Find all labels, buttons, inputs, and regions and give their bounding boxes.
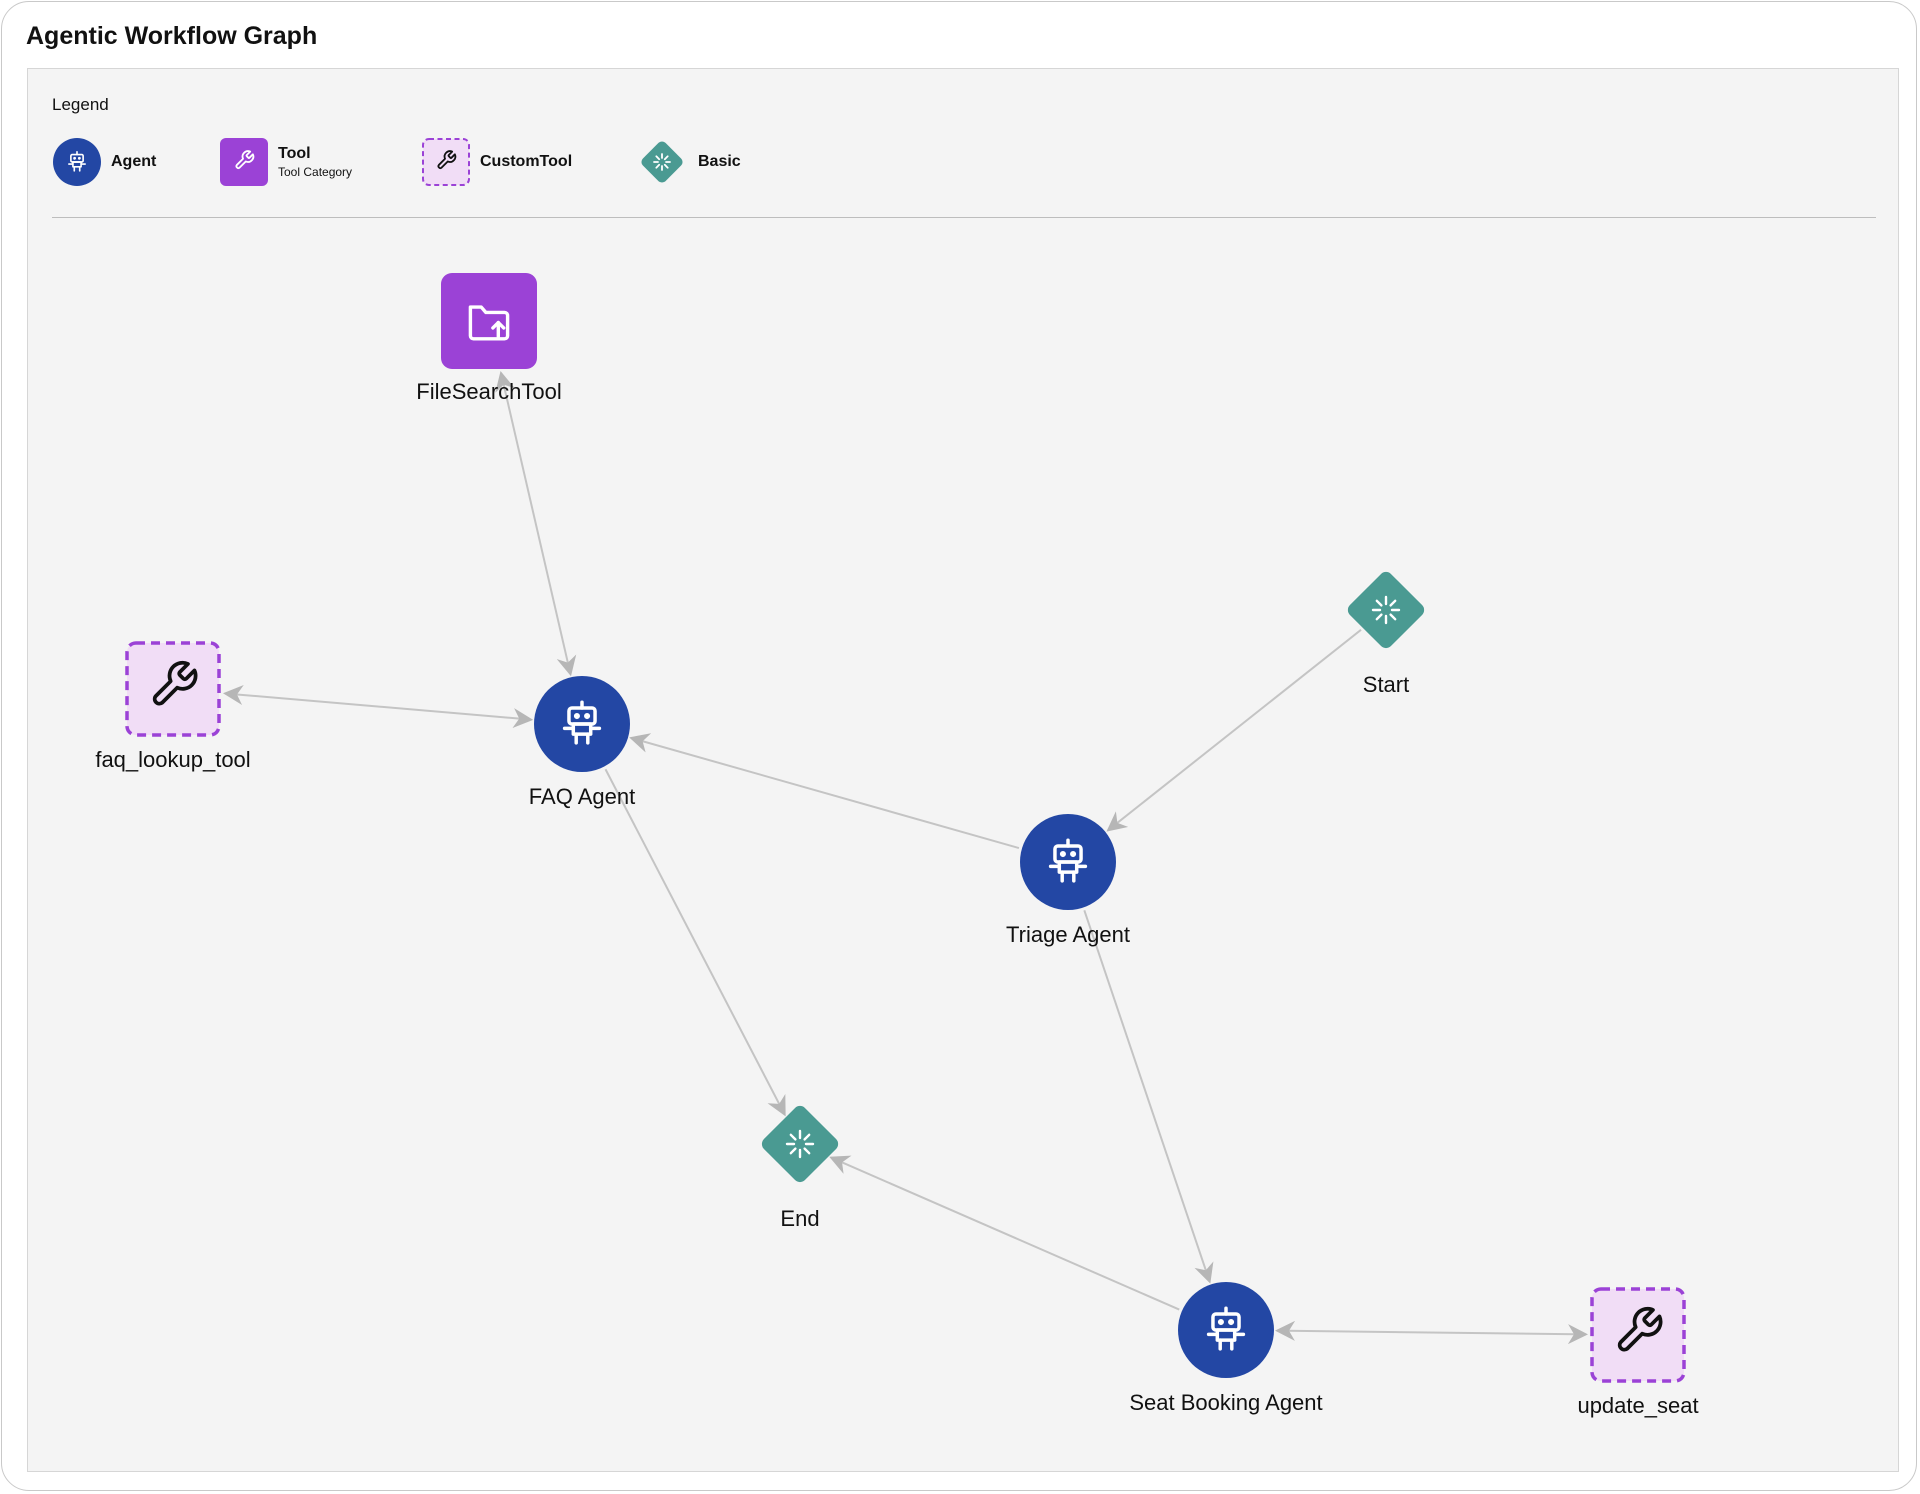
edge-filesearch-to-faq_agent: [495, 371, 577, 677]
robot-icon: [534, 676, 630, 772]
edge-seat_booking-to-update_seat: [1274, 1320, 1588, 1345]
node-faq-lookup[interactable]: faq_lookup_tool: [95, 641, 251, 772]
edges-layer: [223, 371, 1588, 1345]
node-filesearch[interactable]: FileSearchTool: [416, 273, 562, 404]
graph-card: Agentic Workflow Graph Legend Agent Tool…: [1, 1, 1917, 1491]
nodes-layer: FileSearchTool faq_lookup_tool FAQ Agent St…: [95, 273, 1699, 1418]
node-label-faq-lookup: faq_lookup_tool: [95, 747, 250, 772]
node-faq-agent[interactable]: FAQ Agent: [529, 676, 635, 809]
node-seat-booking[interactable]: Seat Booking Agent: [1129, 1282, 1323, 1415]
node-label-triage: Triage Agent: [1006, 922, 1130, 947]
edge-triage-to-seat_booking: [1083, 910, 1214, 1284]
node-end[interactable]: End: [759, 1103, 841, 1231]
node-label-faq-agent: FAQ Agent: [529, 784, 635, 809]
folder-upload-icon: [441, 273, 537, 369]
loader-icon: [1347, 571, 1425, 649]
edge-seat_booking-to-end: [829, 1155, 1180, 1311]
robot-icon: [1178, 1282, 1274, 1378]
node-label-update-seat: update_seat: [1577, 1393, 1698, 1418]
workflow-graph[interactable]: FileSearchTool faq_lookup_tool FAQ Agent St…: [28, 69, 1900, 1473]
edge-triage-to-faq_agent: [629, 733, 1020, 850]
robot-icon: [1020, 814, 1116, 910]
node-label-end: End: [780, 1206, 819, 1231]
node-label-filesearch: FileSearchTool: [416, 379, 562, 404]
page-title: Agentic Workflow Graph: [26, 22, 318, 50]
node-update-seat[interactable]: update_seat: [1577, 1287, 1699, 1418]
node-triage[interactable]: Triage Agent: [1006, 814, 1130, 947]
edge-faq_agent-to-faq_lookup: [223, 685, 534, 729]
node-label-seat-booking: Seat Booking Agent: [1129, 1390, 1322, 1415]
edge-faq_agent-to-end: [604, 768, 786, 1117]
wrench-icon: [1590, 1287, 1686, 1383]
graph-panel[interactable]: Legend Agent Tool Tool Category CustomTo…: [27, 68, 1899, 1472]
wrench-icon: [125, 641, 221, 737]
loader-icon: [761, 1105, 839, 1183]
node-label-start: Start: [1363, 672, 1409, 697]
edge-start-to-triage: [1106, 629, 1362, 832]
